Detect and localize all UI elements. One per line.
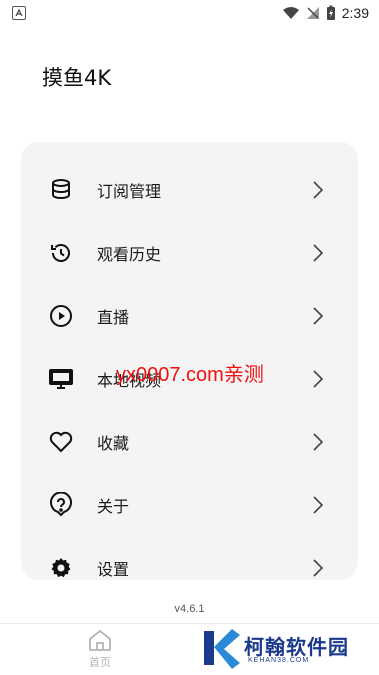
menu-item-live[interactable]: 直播: [21, 284, 358, 347]
brand-k-icon: [204, 629, 240, 669]
notification-icon: [12, 6, 26, 20]
menu-item-about[interactable]: 关于: [21, 473, 358, 536]
menu-label-settings: 设置: [97, 559, 130, 579]
chevron-right-icon: [313, 432, 324, 451]
status-time: 2:39: [341, 5, 369, 21]
menu-label-subscriptions: 订阅管理: [97, 181, 162, 201]
menu-label-live: 直播: [97, 307, 130, 327]
no-signal-icon: [306, 7, 319, 19]
battery-charging-icon: [326, 5, 335, 20]
database-icon: [48, 177, 74, 203]
watermark-text: yx0007.com亲测: [116, 364, 264, 386]
menu-item-settings[interactable]: 设置: [21, 536, 358, 580]
heart-icon: [48, 429, 74, 455]
monitor-icon: [48, 366, 74, 392]
play-circle-icon: [48, 303, 74, 329]
menu-item-history[interactable]: 观看历史: [21, 221, 358, 284]
brand-sub: KEHAN38.COM: [248, 657, 310, 664]
menu-item-subscriptions[interactable]: 订阅管理: [21, 158, 358, 221]
chevron-right-icon: [313, 306, 324, 325]
brand-name: 柯翰软件园: [244, 635, 349, 659]
menu-label-history: 观看历史: [97, 244, 162, 264]
chevron-right-icon: [313, 180, 324, 199]
history-icon: [48, 240, 74, 266]
brand-logo: 柯翰软件园 KEHAN38.COM: [198, 625, 368, 673]
wifi-icon: [282, 7, 299, 19]
status-bar: 2:39: [0, 0, 379, 26]
nav-home-label: 首页: [89, 656, 111, 669]
home-icon: [89, 629, 111, 651]
chevron-right-icon: [313, 495, 324, 514]
chevron-right-icon: [313, 369, 324, 388]
page-title: 摸鱼4K: [42, 66, 112, 90]
gear-icon: [48, 555, 74, 581]
chevron-right-icon: [313, 243, 324, 262]
chevron-right-icon: [313, 558, 324, 577]
version-label: v4.6.1: [174, 603, 205, 615]
menu-label-about: 关于: [97, 496, 130, 516]
help-icon: [48, 491, 74, 518]
nav-home-tab[interactable]: 首页: [80, 628, 120, 672]
menu-item-favorites[interactable]: 收藏: [21, 410, 358, 473]
menu-label-favorites: 收藏: [97, 433, 130, 453]
status-icons: 2:39: [282, 3, 369, 23]
